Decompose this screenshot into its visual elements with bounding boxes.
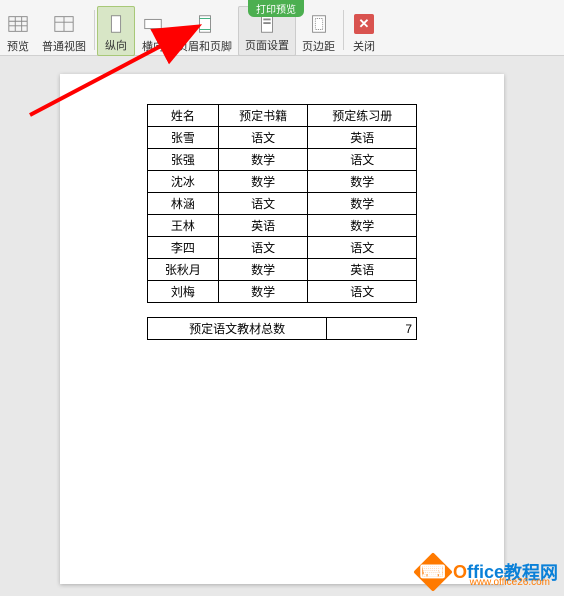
- page-preview: 姓名预定书籍预定练习册 张雪语文英语张强数学语文沈冰数学数学林涵语文数学王林英语…: [60, 74, 504, 584]
- table-row: 李四语文语文: [148, 237, 417, 259]
- table-cell: 数学: [218, 171, 308, 193]
- data-table: 姓名预定书籍预定练习册 张雪语文英语张强数学语文沈冰数学数学林涵语文数学王林英语…: [147, 104, 417, 303]
- margins-icon: [307, 12, 331, 36]
- landscape-icon: [141, 12, 165, 36]
- table-cell: 王林: [148, 215, 219, 237]
- table-cell: 英语: [308, 127, 417, 149]
- canvas-area: 姓名预定书籍预定练习册 张雪语文英语张强数学语文沈冰数学数学林涵语文数学王林英语…: [0, 56, 564, 590]
- table-cell: 语文: [308, 281, 417, 303]
- table-header: 预定书籍: [218, 105, 308, 127]
- close-button[interactable]: ✕ 关闭: [346, 6, 382, 56]
- portrait-label: 纵向: [105, 37, 127, 53]
- logo-icon: ⌨: [413, 552, 453, 592]
- landscape-label: 横向: [142, 38, 164, 54]
- preview-button[interactable]: 预览: [0, 6, 36, 56]
- table-cell: 张雪: [148, 127, 219, 149]
- normal-view-label: 普通视图: [42, 38, 86, 54]
- table-cell: 语文: [218, 193, 308, 215]
- table-row: 林涵语文数学: [148, 193, 417, 215]
- summary-table: 预定语文教材总数 7: [147, 317, 417, 340]
- table-row: 张雪语文英语: [148, 127, 417, 149]
- watermark: ⌨ Office教程网 www.office26.com: [419, 558, 558, 586]
- table-cell: 数学: [308, 193, 417, 215]
- table-icon: [52, 12, 76, 36]
- table-cell: 数学: [308, 215, 417, 237]
- table-cell: 李四: [148, 237, 219, 259]
- summary-value: 7: [327, 318, 417, 340]
- close-label: 关闭: [353, 38, 375, 54]
- header-footer-label: 页眉和页脚: [177, 38, 232, 54]
- table-row: 王林英语数学: [148, 215, 417, 237]
- table-row: 张强数学语文: [148, 149, 417, 171]
- table-cell: 张秋月: [148, 259, 219, 281]
- table-cell: 数学: [218, 259, 308, 281]
- table-cell: 刘梅: [148, 281, 219, 303]
- table-row: 沈冰数学数学: [148, 171, 417, 193]
- margins-label: 页边距: [302, 38, 335, 54]
- watermark-url: www.office26.com: [470, 577, 550, 588]
- toolbar: 打印预览 预览 普通视图 纵向 横向 页眉和页脚 页面设置: [0, 0, 564, 56]
- table-cell: 数学: [308, 171, 417, 193]
- table-cell: 语文: [218, 237, 308, 259]
- table-cell: 英语: [308, 259, 417, 281]
- table-header: 姓名: [148, 105, 219, 127]
- summary-label: 预定语文教材总数: [148, 318, 327, 340]
- table-cell: 英语: [218, 215, 308, 237]
- portrait-icon: [104, 13, 128, 35]
- header-footer-icon: [193, 12, 217, 36]
- close-icon: ✕: [352, 12, 376, 36]
- landscape-button[interactable]: 横向: [135, 6, 171, 56]
- header-footer-button[interactable]: 页眉和页脚: [171, 6, 238, 56]
- table-row: 张秋月数学英语: [148, 259, 417, 281]
- page-setup-label: 页面设置: [245, 37, 289, 53]
- preview-label: 预览: [7, 38, 29, 54]
- table-cell: 张强: [148, 149, 219, 171]
- portrait-button[interactable]: 纵向: [97, 6, 135, 56]
- table-cell: 数学: [218, 149, 308, 171]
- print-preview-badge: 打印预览: [248, 0, 304, 17]
- table-row: 刘梅数学语文: [148, 281, 417, 303]
- table-cell: 语文: [308, 149, 417, 171]
- table-cell: 数学: [218, 281, 308, 303]
- separator: [343, 10, 344, 50]
- table-header: 预定练习册: [308, 105, 417, 127]
- separator: [94, 10, 95, 50]
- table-cell: 林涵: [148, 193, 219, 215]
- table-cell: 沈冰: [148, 171, 219, 193]
- table-cell: 语文: [308, 237, 417, 259]
- grid-icon: [6, 12, 30, 36]
- table-cell: 语文: [218, 127, 308, 149]
- normal-view-button[interactable]: 普通视图: [36, 6, 92, 56]
